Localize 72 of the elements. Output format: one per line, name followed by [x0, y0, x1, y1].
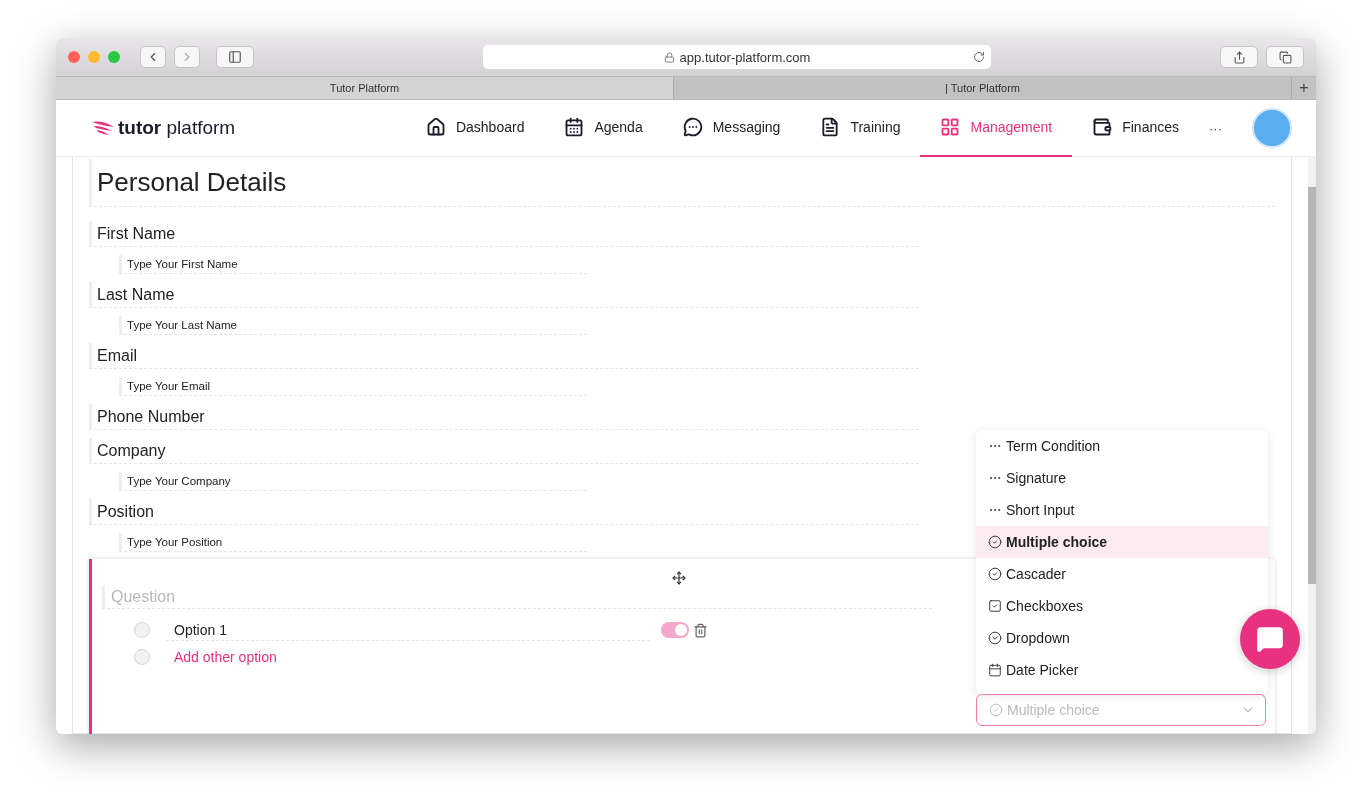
zoom-window-button[interactable] [108, 51, 120, 63]
circle-chevron-icon [988, 631, 1002, 645]
close-window-button[interactable] [68, 51, 80, 63]
delete-icon[interactable] [693, 622, 708, 638]
tabs-icon [1278, 50, 1292, 64]
minimize-window-button[interactable] [88, 51, 100, 63]
menu-item[interactable]: Cascader [976, 558, 1074, 590]
circle-check-icon [988, 535, 1002, 549]
field-label: First Name [89, 221, 919, 247]
menu-item[interactable]: Multiple choice [976, 526, 1268, 558]
url-text: app.tutor-platform.com [679, 49, 811, 65]
field-label: Company [89, 438, 919, 464]
chat-bubble-icon [682, 117, 703, 137]
field-label: Phone Number [89, 404, 919, 430]
nav-tab[interactable]: Messaging [662, 99, 801, 157]
input-field[interactable]: Type Your Email [119, 377, 587, 396]
grid-icon [940, 117, 961, 137]
nav-tab[interactable]: Training [800, 99, 921, 157]
field-label: Position [89, 499, 919, 525]
reload-icon[interactable] [973, 51, 985, 63]
input-field[interactable]: Type Your Position [119, 533, 587, 552]
menu-item[interactable]: Dropdown [976, 622, 1078, 654]
menu-item[interactable]: Checkboxes [976, 590, 1092, 622]
wallet-icon [1092, 117, 1113, 137]
input-field[interactable]: Type Your Company [119, 472, 587, 491]
tabs-overview-button[interactable] [1266, 46, 1304, 68]
nav-tab[interactable]: Finances [1072, 99, 1199, 157]
nav-tab[interactable]: Dashboard [405, 99, 545, 157]
checkbox-icon [988, 599, 1002, 613]
share-icon [1232, 50, 1246, 64]
browser-tab[interactable]: Tutor Platform [56, 77, 674, 99]
new-tab-button[interactable]: + [1292, 77, 1316, 99]
toggle-switch[interactable] [661, 622, 689, 638]
share-button[interactable] [1220, 46, 1258, 68]
sidebar-icon [228, 50, 242, 64]
nav-tab[interactable]: Management [920, 99, 1073, 157]
form-title: Personal Details [89, 159, 1275, 207]
more-menu-button[interactable]: ··· [1199, 120, 1252, 136]
input-field[interactable]: Type Your First Name [119, 255, 587, 274]
field-label: Email [89, 343, 919, 369]
chat-bubble-icon [1256, 625, 1284, 653]
address-bar[interactable]: app.tutor-platform.com [483, 45, 991, 69]
field-label: Last Name [89, 282, 919, 308]
input-field[interactable]: Type Your Last Name [119, 316, 587, 335]
radio-button[interactable] [134, 622, 150, 638]
question-field[interactable]: Question [102, 585, 932, 609]
menu-item[interactable]: Date Picker [976, 654, 1087, 686]
drag-handle-icon[interactable] [672, 571, 686, 585]
scrollbar[interactable] [1308, 157, 1316, 734]
circle-check-icon [988, 567, 1002, 581]
calendar-icon [564, 117, 585, 137]
circle-check-icon [989, 703, 1003, 717]
option-text[interactable]: Option 1 [166, 619, 650, 641]
user-avatar[interactable] [1252, 108, 1292, 148]
browser-tab[interactable]: | Tutor Platform [674, 77, 1292, 99]
chat-button[interactable] [1240, 609, 1300, 669]
document-icon [820, 117, 841, 137]
menu-item[interactable]: Term Condition [976, 430, 1109, 462]
forward-button[interactable] [174, 46, 200, 68]
add-option-link[interactable]: Add other option [174, 649, 277, 665]
lock-icon [663, 51, 675, 63]
logo-text: tutor platform [118, 117, 236, 139]
select-value: Multiple choice [1007, 702, 1101, 718]
house-icon [425, 117, 446, 137]
nav-tab[interactable]: Agenda [544, 99, 663, 157]
calendar-icon [988, 663, 1002, 677]
logo-icon [92, 121, 114, 135]
menu-item[interactable]: Signature [976, 462, 1074, 494]
menu-item[interactable]: Short Input [976, 494, 1083, 526]
sidebar-button[interactable] [216, 46, 254, 68]
radio-button[interactable] [134, 649, 150, 665]
back-button[interactable] [140, 46, 166, 68]
